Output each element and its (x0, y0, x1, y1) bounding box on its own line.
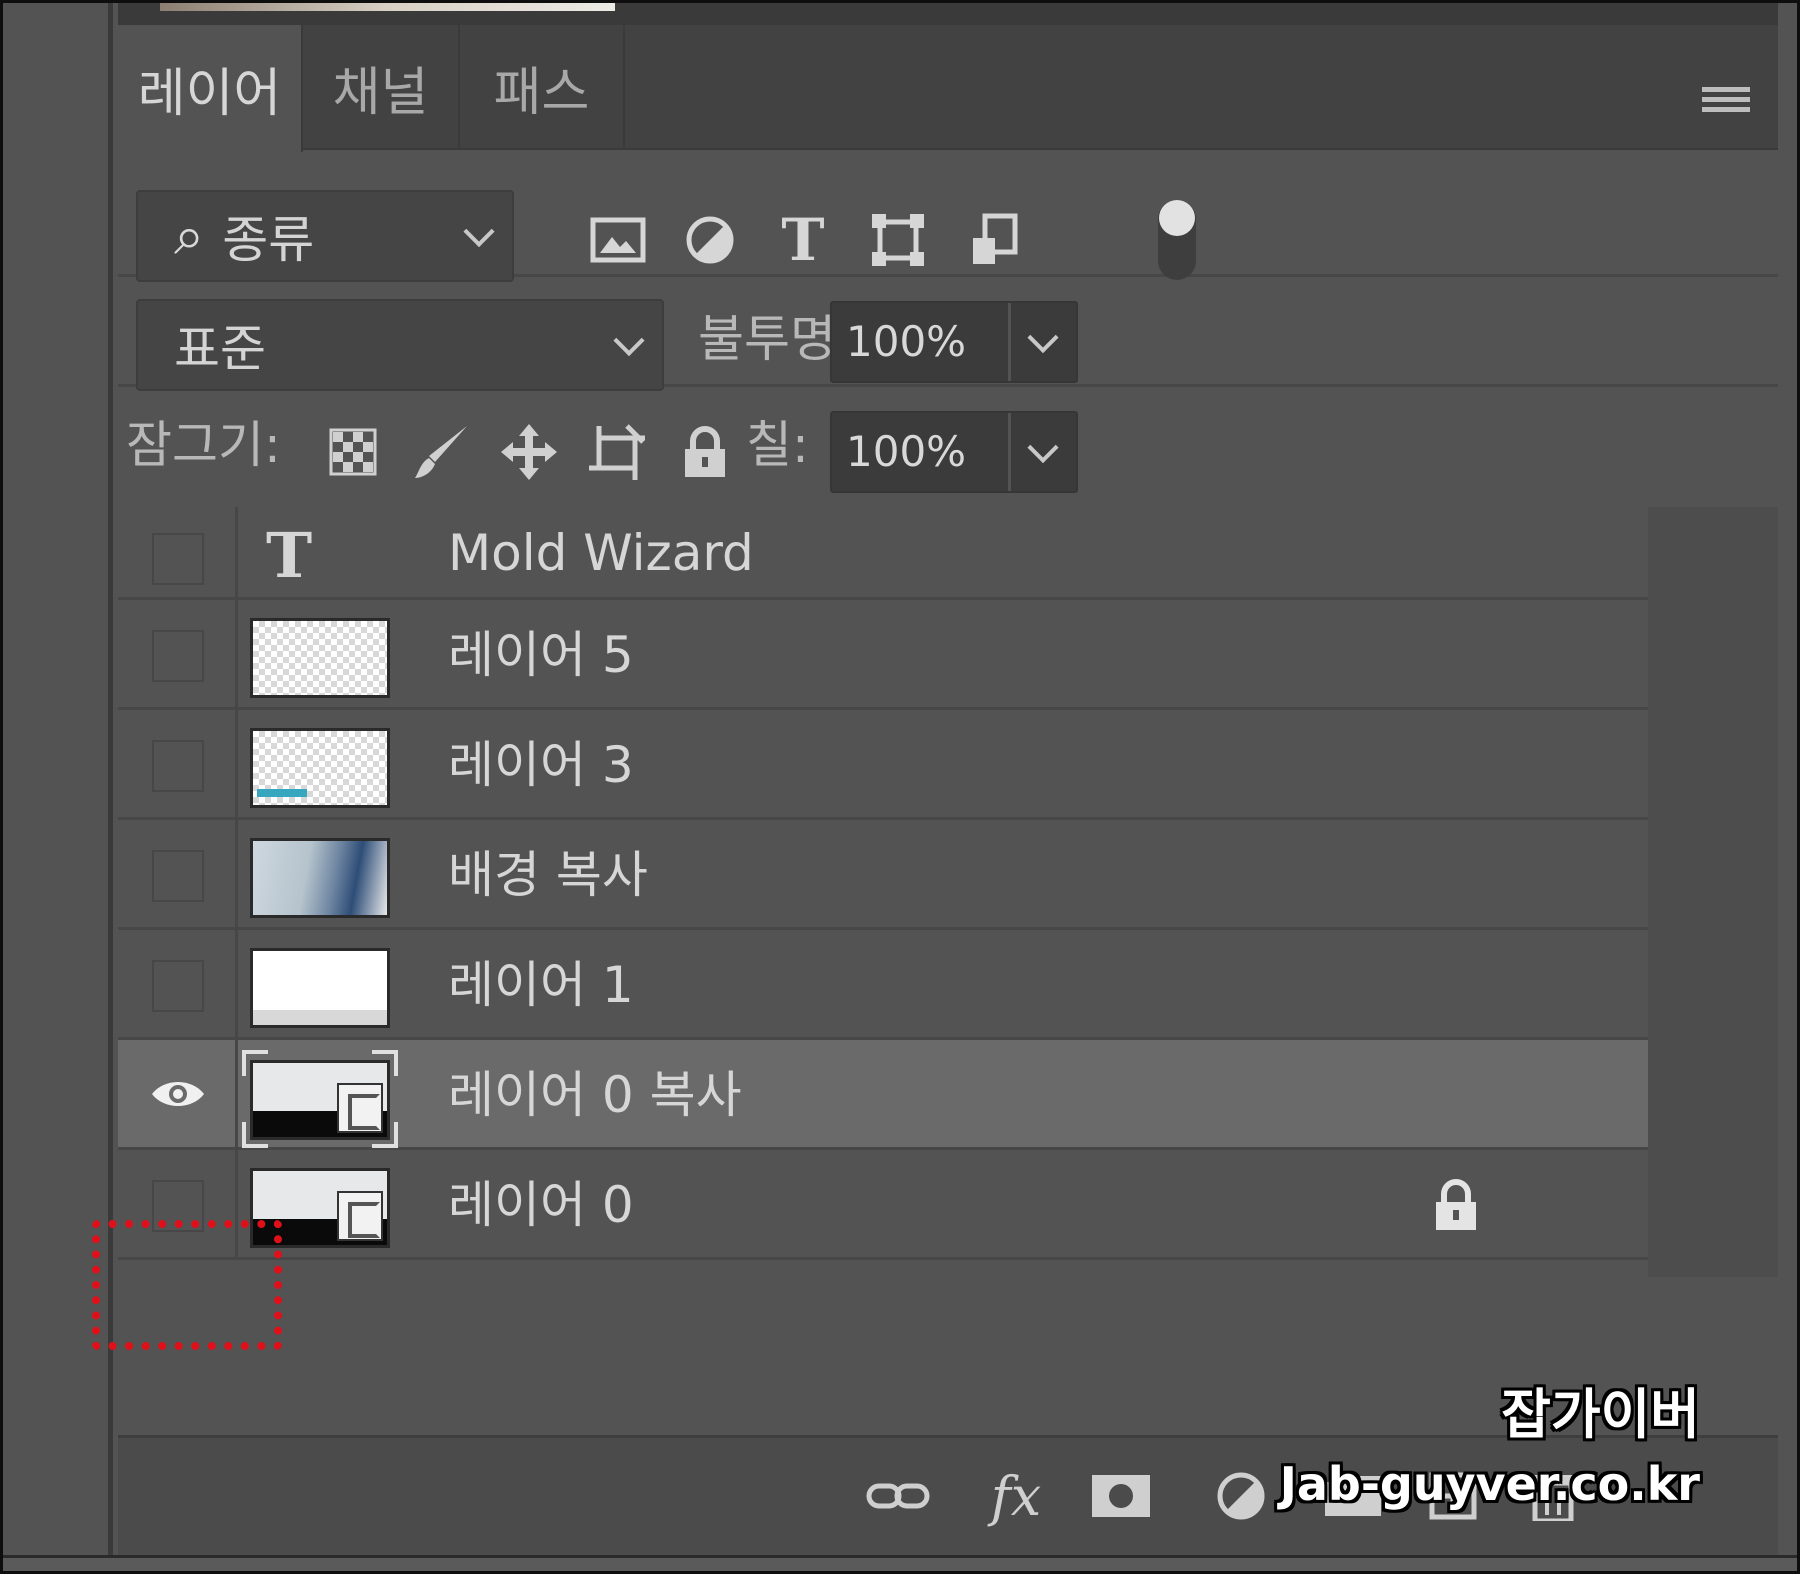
filter-row: ⌕ 종류 T (118, 150, 1778, 282)
layer-row-0[interactable]: 레이어 0 (118, 1150, 1648, 1260)
layer-style-fx-button[interactable]: fx (976, 1465, 1056, 1528)
visibility-column (118, 820, 238, 927)
layer-name: 레이어 0 복사 (448, 1066, 742, 1124)
layer-lock-icon (1436, 1179, 1476, 1230)
visibility-column (118, 930, 238, 1037)
blend-row: 표준 불투명도: 100% (118, 277, 1778, 391)
layer-row-5[interactable]: 레이어 5 (118, 600, 1648, 710)
layer-name: 배경 복사 (448, 846, 648, 904)
layer-thumbnail (250, 948, 390, 1028)
fill-value: 100% (846, 427, 967, 476)
layer-list-scroll-track[interactable] (1648, 507, 1778, 1277)
watermark: 잡가이버 Jab-guyver.co.kr (1280, 1370, 1700, 1511)
add-mask-icon[interactable] (1086, 1466, 1156, 1526)
fill-field[interactable]: 100% (830, 411, 1078, 493)
highlight-annotation (92, 1220, 282, 1350)
visibility-toggle[interactable] (152, 850, 204, 902)
new-adjustment-layer-icon[interactable] (1206, 1466, 1276, 1526)
lock-position-move-icon[interactable] (494, 417, 564, 487)
layer-name: 레이어 0 (448, 1176, 634, 1234)
shape-filter-icon[interactable] (868, 210, 928, 270)
layer-row-mold-wizard[interactable]: T Mold Wizard (118, 507, 1648, 600)
visibility-column (118, 600, 238, 707)
lock-artboard-icon[interactable] (582, 417, 652, 487)
opacity-field[interactable]: 100% (830, 301, 1078, 383)
lock-transparent-pixels-icon[interactable] (318, 417, 388, 487)
layer-thumbnail (250, 618, 390, 698)
tab-paths[interactable]: 패스 (460, 25, 625, 150)
selection-corner (372, 1050, 398, 1076)
image-filter-icon[interactable] (588, 210, 648, 270)
chevron-down-icon (463, 216, 495, 248)
visibility-toggle[interactable] (152, 960, 204, 1012)
blend-mode-value: 표준 (174, 320, 266, 378)
layer-thumbnail (250, 728, 390, 808)
visibility-column (118, 710, 238, 817)
layer-thumbnail (250, 838, 390, 918)
adjustment-filter-icon[interactable] (680, 210, 740, 270)
link-layers-icon[interactable] (863, 1466, 933, 1526)
selection-corner (242, 1122, 268, 1148)
filter-kind-dropdown[interactable]: ⌕ 종류 (136, 190, 514, 282)
visibility-toggle[interactable] (152, 533, 204, 585)
selection-corner (242, 1050, 268, 1076)
visibility-column (118, 1040, 238, 1147)
smart-object-badge-icon (337, 1191, 383, 1241)
tab-layers[interactable]: 레이어 (118, 25, 303, 152)
tab-channels[interactable]: 채널 (303, 25, 460, 150)
layer-list: T Mold Wizard 레이어 5 레이어 3 배경 복사 레이어 1 레이… (118, 507, 1648, 1277)
fill-label: 칠: (746, 416, 809, 474)
visibility-toggle[interactable] (152, 740, 204, 792)
layers-panel: 레이어 채널 패스 ⌕ 종류 T 표준 불투명도: 100% 잠그기: 칠: 1… (118, 25, 1778, 1555)
tab-bar: 레이어 채널 패스 (118, 25, 1778, 152)
filter-kind-label: 종류 (222, 211, 315, 269)
chevron-down-icon (613, 325, 645, 357)
canvas-preview-edge (160, 3, 615, 11)
type-filter-icon[interactable]: T (773, 206, 833, 274)
layer-row-3[interactable]: 레이어 3 (118, 710, 1648, 820)
layer-thumbnail (250, 1060, 390, 1140)
lock-image-pixels-brush-icon[interactable] (406, 417, 476, 487)
chevron-down-icon[interactable] (1027, 432, 1059, 464)
layer-name: 레이어 1 (448, 956, 634, 1014)
visibility-toggle[interactable] (152, 630, 204, 682)
text-layer-icon: T (266, 519, 313, 592)
lock-row: 잠그기: 칠: 100% (118, 387, 1778, 507)
layer-name: 레이어 3 (448, 736, 634, 794)
visibility-column (118, 507, 238, 597)
search-icon: ⌕ (174, 204, 205, 267)
selection-corner (372, 1122, 398, 1148)
watermark-title: 잡가이버 (1501, 1383, 1700, 1446)
lock-label: 잠그기: (126, 416, 281, 474)
layer-row-background-copy[interactable]: 배경 복사 (118, 820, 1648, 930)
filter-toggle-switch[interactable] (1158, 200, 1196, 280)
layer-name: 레이어 5 (448, 626, 634, 684)
layer-row-1[interactable]: 레이어 1 (118, 930, 1648, 1040)
layer-name: Mold Wizard (448, 524, 754, 582)
lock-all-icon[interactable] (670, 417, 740, 487)
smart-object-filter-icon[interactable] (964, 210, 1024, 270)
chevron-down-icon[interactable] (1027, 322, 1059, 354)
blend-mode-dropdown[interactable]: 표준 (136, 299, 664, 391)
panel-menu-icon[interactable] (1702, 87, 1750, 123)
eye-icon[interactable] (150, 1078, 206, 1110)
watermark-url: Jab-guyver.co.kr (1279, 1457, 1700, 1511)
layer-row-0-copy[interactable]: 레이어 0 복사 (118, 1040, 1648, 1150)
opacity-value: 100% (846, 317, 967, 366)
bottom-gutter (3, 1555, 1797, 1571)
